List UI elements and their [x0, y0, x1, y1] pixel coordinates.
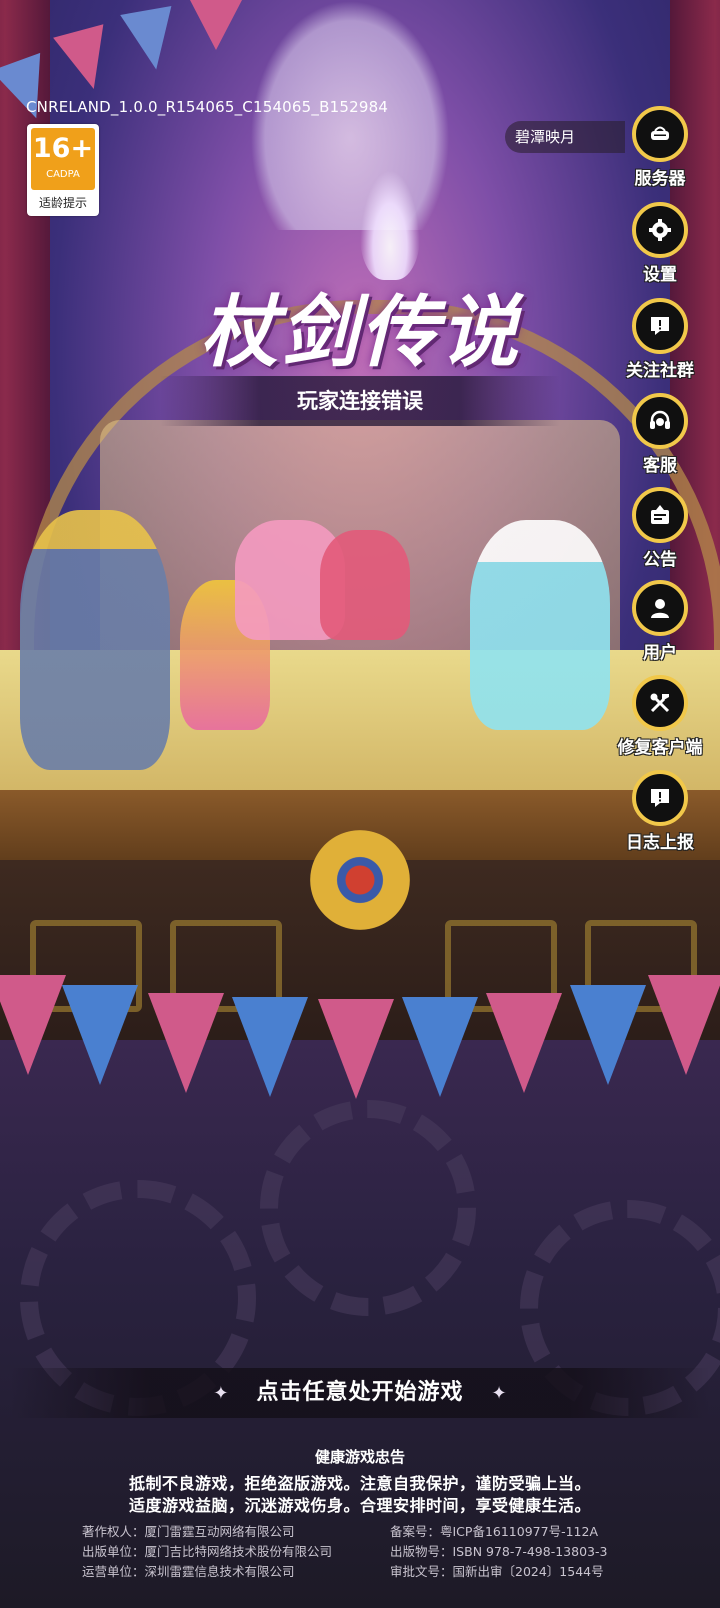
headset-icon: [632, 393, 688, 449]
user-button[interactable]: 用户: [608, 580, 712, 663]
health-advice-line: 抵制不良游戏，拒绝盗版游戏。注意自我保护，谨防受骗上当。: [128, 1474, 591, 1493]
pennant: [402, 997, 478, 1097]
community-icon: [632, 298, 688, 354]
icp-record: 备案号：粤ICP备16110977号-112A: [390, 1524, 598, 1539]
pennant: [148, 993, 224, 1093]
isbn-number: 出版物号：ISBN 978-7-498-13803-3: [390, 1544, 608, 1559]
age-rating-tip: 适龄提示: [38, 196, 87, 210]
sparkle-icon: ✦: [213, 1383, 229, 1404]
community-button[interactable]: 关注社群: [608, 298, 712, 381]
gear-icon: [632, 202, 688, 258]
credits-left: 著作权人：厦门雷霆互动网络有限公司 出版单位：厦门吉比特网络技术股份有限公司 运…: [82, 1522, 332, 1582]
repair-tools-icon: [632, 675, 688, 731]
tap-to-start-bar[interactable]: ✦ 点击任意处开始游戏 ✦: [10, 1368, 710, 1418]
log-report-button[interactable]: 日志上报: [608, 770, 712, 853]
customer-service-label: 客服: [643, 456, 677, 476]
game-logo-title: 杖剑传说: [199, 287, 520, 378]
operator: 运营单位：深圳雷霆信息技术有限公司: [82, 1564, 295, 1579]
witch-character: [470, 520, 610, 730]
notice-board-icon: [632, 487, 688, 543]
server-button[interactable]: 服务器: [608, 106, 712, 189]
settings-label: 设置: [643, 265, 677, 285]
repair-client-button[interactable]: 修复客户端: [608, 675, 712, 758]
knight-character: [20, 510, 170, 770]
customer-service-button[interactable]: 客服: [608, 393, 712, 476]
pennant: [0, 975, 66, 1075]
pennant: [190, 0, 242, 50]
user-icon: [632, 580, 688, 636]
approval-number: 审批文号：国新出审〔2024〕1544号: [390, 1564, 604, 1579]
pennant: [318, 999, 394, 1099]
age-rating-badge[interactable]: 16+ CADPA 适龄提示: [27, 124, 99, 216]
announcement-label: 公告: [643, 550, 677, 570]
pennant: [648, 975, 720, 1075]
copyright-holder: 著作权人：厦门雷霆互动网络有限公司: [82, 1524, 295, 1539]
settings-button[interactable]: 设置: [608, 202, 712, 285]
sparkle-icon: ✦: [491, 1383, 507, 1404]
report-icon: [632, 770, 688, 826]
connection-error-message: 玩家连接错误: [160, 376, 560, 426]
credits-right: 备案号：粤ICP备16110977号-112A 出版物号：ISBN 978-7-…: [390, 1522, 607, 1582]
pennant: [232, 997, 308, 1097]
age-rating-value: 16+: [32, 133, 94, 164]
bear-puppet-character: [320, 530, 410, 640]
server-icon: [632, 106, 688, 162]
tap-to-start-label: 点击任意处开始游戏: [256, 1380, 464, 1405]
pennant: [62, 985, 138, 1085]
community-label: 关注社群: [626, 361, 694, 381]
announcement-button[interactable]: 公告: [608, 487, 712, 570]
health-advice-line: 适度游戏益脑，沉迷游戏伤身。合理安排时间，享受健康生活。: [128, 1496, 591, 1515]
health-advice-title: 健康游戏忠告: [314, 1448, 405, 1466]
current-server-label[interactable]: 碧潭映月: [505, 121, 625, 153]
pennant: [120, 5, 182, 75]
center-gear: [310, 830, 410, 930]
repair-client-label: 修复客户端: [617, 738, 703, 758]
publisher: 出版单位：厦门吉比特网络技术股份有限公司: [82, 1544, 333, 1559]
background-gear: [260, 1100, 476, 1316]
user-label: 用户: [643, 643, 677, 663]
age-rating-org: CADPA: [46, 169, 80, 180]
age-rating-box: 16+ CADPA: [31, 128, 95, 190]
version-string: CNRELAND_1.0.0_R154065_C154065_B152984: [26, 98, 389, 116]
log-report-label: 日志上报: [626, 833, 694, 853]
server-label: 服务器: [634, 169, 686, 189]
logo-flame-emblem: [360, 170, 420, 280]
pennant: [486, 993, 562, 1093]
pennant: [570, 985, 646, 1085]
